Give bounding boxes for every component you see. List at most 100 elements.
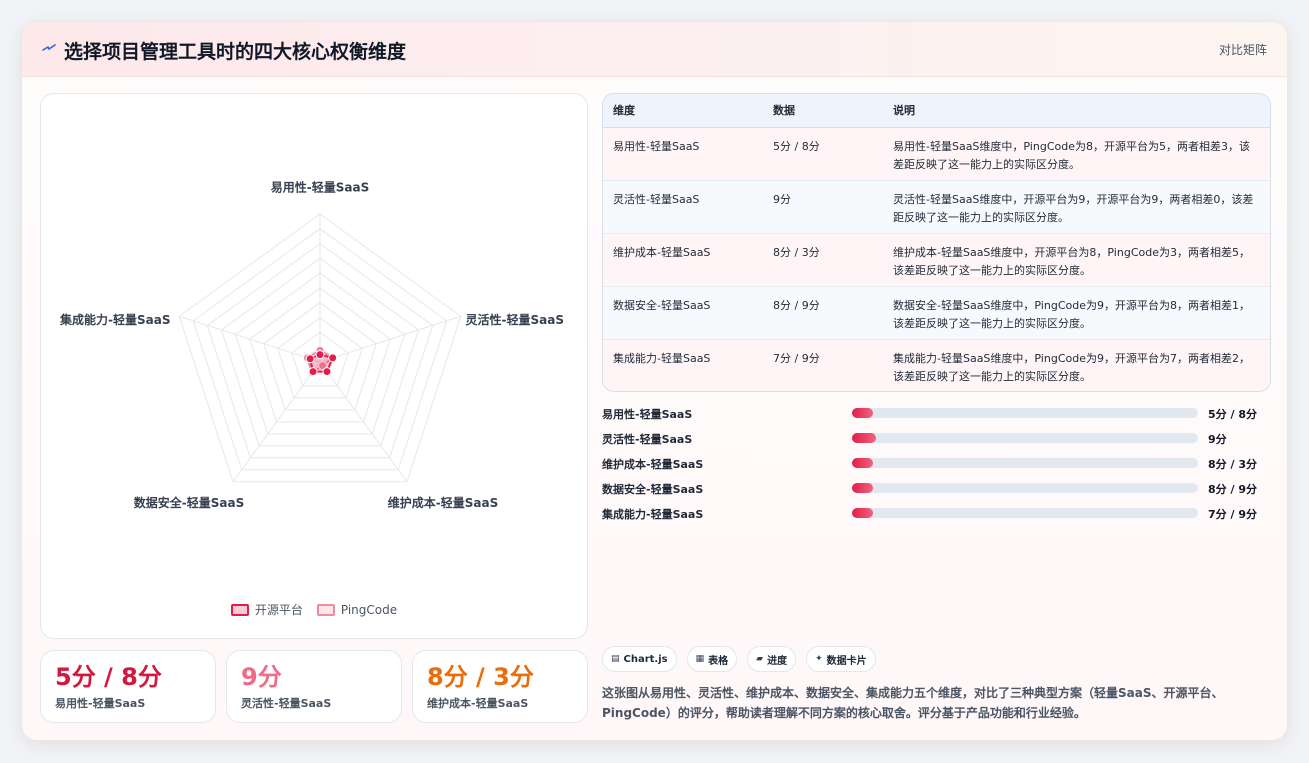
header-tag: 对比矩阵: [1218, 43, 1267, 57]
progress-value: 5分 / 8分: [1208, 408, 1257, 421]
table-cell-data: 9分: [763, 180, 883, 234]
table-row: 集成能力-轻量SaaS 7分 / 9分 集成能力-轻量SaaS维度中，PingC…: [603, 339, 1270, 391]
stat-card: 9分 灵活性-轻量SaaS: [226, 650, 402, 723]
table-cell-dimension: 易用性-轻量SaaS: [603, 127, 763, 181]
progress-track: [852, 458, 1198, 468]
legend-item-open-source[interactable]: 开源平台: [230, 601, 303, 618]
progress-list: 易用性-轻量SaaS 5分 / 8分 灵活性-轻量SaaS 9分 维护成本-轻量…: [602, 403, 1271, 528]
data-point: [305, 354, 315, 364]
table-row: 灵活性-轻量SaaS 9分 灵活性-轻量SaaS维度中，开源平台为9，开源平台为…: [603, 180, 1270, 234]
progress-label: 维护成本-轻量SaaS: [602, 458, 704, 471]
legend-label: PingCode: [340, 602, 398, 617]
table-cell-dimension: 集成能力-轻量SaaS: [613, 351, 711, 365]
data-point: [308, 367, 318, 377]
table-row: 易用性-轻量SaaS 5分 / 8分 易用性-轻量SaaS维度中，PingCod…: [603, 127, 1270, 181]
legend-item-pingcode[interactable]: PingCode: [316, 601, 398, 618]
chip-label: Chart.js: [623, 653, 668, 665]
chip-table[interactable]: ▦ 表格: [686, 646, 738, 672]
main-card: 选择项目管理工具时的四大核心权衡维度 对比矩阵 易用性-轻量SaaS 灵活性-轻量…: [21, 21, 1288, 741]
stat-label: 维护成本-轻量SaaS: [427, 697, 529, 710]
progress-fill: [852, 408, 873, 418]
table-row: 数据安全-轻量SaaS 8分 / 9分 数据安全-轻量SaaS维度中，PingC…: [603, 286, 1270, 340]
progress-track: [852, 408, 1198, 418]
progress-fill: [852, 433, 877, 443]
stat-value: 8分 / 3分: [427, 663, 534, 691]
lightning-icon: [42, 44, 56, 51]
table-cell-description: 数据安全-轻量SaaS维度中，PingCode为9，开源平台为8，两者相差1，该…: [883, 286, 1270, 340]
progress-row: 灵活性-轻量SaaS 9分: [602, 428, 1271, 453]
data-point: [315, 350, 325, 360]
progress-row: 集成能力-轻量SaaS 7分 / 9分: [602, 503, 1271, 528]
progress-fill: [852, 483, 873, 493]
data-point: [322, 367, 332, 377]
progress-icon: ▰: [756, 654, 764, 664]
progress-fill: [852, 508, 873, 518]
progress-track: [852, 433, 1198, 443]
legend-swatch-open-source: [230, 603, 249, 616]
table-row: 维护成本-轻量SaaS 8分 / 3分 维护成本-轻量SaaS维度中，开源平台为…: [603, 233, 1270, 287]
axis-label: 集成能力-轻量SaaS: [59, 312, 170, 327]
table-cell-description: 集成能力-轻量SaaS维度中，PingCode为9，开源平台为7，两者相差2，该…: [893, 351, 1250, 383]
table-cell-data: 8分 / 9分: [763, 286, 883, 340]
progress-track: [852, 508, 1198, 518]
stat-label: 灵活性-轻量SaaS: [241, 697, 332, 710]
card-icon: ✦: [815, 654, 823, 664]
view-chips: ▤ Chart.js ▦ 表格 ▰ 进度 ✦ 数据卡片: [602, 646, 876, 672]
axis-label: 维护成本-轻量SaaS: [388, 495, 498, 510]
progress-fill: [852, 458, 873, 468]
grid-spoke: [179, 315, 321, 363]
table-header-cell: 说明: [883, 94, 1270, 128]
progress-track: [852, 483, 1198, 493]
progress-row: 维护成本-轻量SaaS 8分 / 3分: [602, 453, 1271, 478]
data-point: [328, 353, 338, 363]
table-cell-data: 7分 / 9分: [773, 351, 820, 365]
chip-chartjs[interactable]: ▤ Chart.js: [602, 646, 677, 672]
axis-label: 易用性-轻量SaaS: [271, 180, 369, 195]
stat-label: 易用性-轻量SaaS: [55, 697, 146, 710]
stat-value: 9分: [241, 663, 282, 691]
comparison-table: 维度 数据 说明 易用性-轻量SaaS 5分 / 8分 易用性-轻量SaaS维度…: [602, 93, 1271, 392]
chip-data-card[interactable]: ✦ 数据卡片: [806, 646, 876, 672]
progress-label: 灵活性-轻量SaaS: [602, 433, 693, 446]
page-title: 选择项目管理工具时的四大核心权衡维度: [64, 41, 407, 63]
table-cell-dimension: 灵活性-轻量SaaS: [603, 180, 763, 234]
progress-value: 7分 / 9分: [1208, 508, 1257, 521]
stat-value: 5分 / 8分: [55, 663, 162, 691]
progress-value: 8分 / 3分: [1208, 458, 1257, 471]
table-cell-description: 维护成本-轻量SaaS维度中，开源平台为8，PingCode为3，两者相差5，该…: [883, 233, 1270, 287]
radar-chart: 易用性-轻量SaaS 灵活性-轻量SaaS 维护成本-轻量SaaS 数据安全-轻量Sa…: [59, 180, 564, 511]
chip-progress[interactable]: ▰ 进度: [747, 646, 797, 672]
chip-label: 表格: [708, 655, 729, 667]
progress-row: 数据安全-轻量SaaS 8分 / 9分: [602, 478, 1271, 503]
table-cell-description: 易用性-轻量SaaS维度中，PingCode为8，开源平台为5，两者相差3，该差…: [883, 127, 1270, 181]
radar-chart-panel: 易用性-轻量SaaS 灵活性-轻量SaaS 维护成本-轻量SaaS 数据安全-轻量Sa…: [40, 93, 588, 639]
table-cell-data: 5分 / 8分: [763, 127, 883, 181]
progress-value: 9分: [1208, 433, 1227, 446]
chart-icon: ▤: [611, 654, 620, 664]
chip-label: 数据卡片: [826, 655, 867, 667]
progress-label: 集成能力-轻量SaaS: [602, 508, 704, 521]
progress-row: 易用性-轻量SaaS 5分 / 8分: [602, 403, 1271, 428]
axis-label: 数据安全-轻量SaaS: [134, 495, 244, 510]
chart-legend: 开源平台 PingCode: [41, 601, 587, 618]
table-header-cell: 维度: [603, 94, 763, 128]
table-cell-description: 灵活性-轻量SaaS维度中，开源平台为9，开源平台为9，两者相差0，该差距反映了…: [883, 180, 1270, 234]
progress-label: 易用性-轻量SaaS: [602, 408, 693, 421]
grid-spoke: [319, 315, 461, 363]
table-cell-dimension: 数据安全-轻量SaaS: [603, 286, 763, 340]
table-cell-dimension: 维护成本-轻量SaaS: [603, 233, 763, 287]
stat-card: 8分 / 3分 维护成本-轻量SaaS: [412, 650, 588, 723]
table-cell-data: 8分 / 3分: [763, 233, 883, 287]
legend-swatch-pingcode: [316, 603, 335, 616]
table-header-cell: 数据: [763, 94, 883, 128]
progress-value: 8分 / 9分: [1208, 483, 1257, 496]
card-header: 选择项目管理工具时的四大核心权衡维度 对比矩阵: [22, 22, 1287, 77]
table-header-row: 维度 数据 说明: [603, 94, 1270, 128]
axis-label: 灵活性-轻量SaaS: [466, 312, 564, 327]
chip-label: 进度: [767, 655, 788, 667]
progress-label: 数据安全-轻量SaaS: [602, 483, 704, 496]
legend-label: 开源平台: [254, 603, 303, 617]
table-icon: ▦: [695, 654, 705, 664]
chart-description: 这张图从易用性、灵活性、维护成本、数据安全、集成能力五个维度，对比了三种典型方案…: [602, 686, 1224, 720]
stat-card: 5分 / 8分 易用性-轻量SaaS: [40, 650, 216, 723]
